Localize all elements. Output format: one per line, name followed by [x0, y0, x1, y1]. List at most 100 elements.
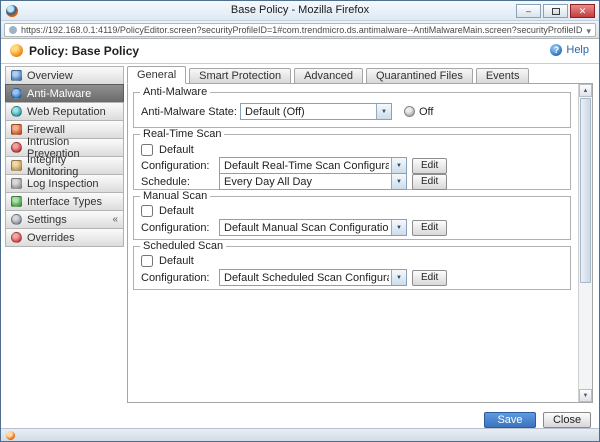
- vertical-scrollbar[interactable]: [578, 84, 592, 402]
- schedule-label: Schedule:: [141, 176, 219, 188]
- scroll-down-icon[interactable]: [579, 389, 592, 402]
- real-time-configuration-select[interactable]: Default Real-Time Scan Configuration: [219, 157, 407, 174]
- overrides-icon: [11, 232, 22, 243]
- real-time-default-checkbox[interactable]: [141, 144, 153, 156]
- scrollbar-thumb[interactable]: [580, 98, 591, 283]
- sidebar-collapse-icon[interactable]: «: [112, 214, 118, 225]
- section-title: Scheduled Scan: [140, 240, 226, 252]
- page-title-prefix: Policy:: [29, 44, 68, 58]
- scheduled-configuration-select[interactable]: Default Scheduled Scan Configuration: [219, 269, 407, 286]
- chevron-down-icon[interactable]: [391, 220, 406, 235]
- selected-value: Default Scheduled Scan Configuration: [224, 272, 389, 284]
- real-time-configuration-row: Configuration: Default Real-Time Scan Co…: [141, 157, 566, 174]
- chevron-down-icon[interactable]: [391, 158, 406, 173]
- tab-content: Anti-Malware Anti-Malware State: Default…: [127, 83, 593, 403]
- default-label: Default: [159, 144, 194, 156]
- manual-configuration-select[interactable]: Default Manual Scan Configuration: [219, 219, 407, 236]
- maximize-button[interactable]: [543, 4, 568, 18]
- section-title: Real-Time Scan: [140, 128, 224, 140]
- url-text[interactable]: https://192.168.0.1:4119/PolicyEditor.sc…: [21, 25, 582, 35]
- real-time-configuration-edit-button[interactable]: Edit: [412, 158, 447, 174]
- footer-actions: Save Close: [127, 410, 593, 430]
- tab-general[interactable]: General: [127, 66, 186, 84]
- minimize-button[interactable]: –: [516, 4, 541, 18]
- manual-scan-section: Manual Scan Default Configuration: Defau…: [133, 196, 571, 240]
- configuration-label: Configuration:: [141, 160, 219, 172]
- overview-icon: [11, 70, 22, 81]
- scheduled-configuration-row: Configuration: Default Scheduled Scan Co…: [141, 269, 566, 286]
- sidebar-item-label: Interface Types: [27, 196, 102, 208]
- scheduled-default-row: Default: [141, 252, 566, 269]
- settings-gear-icon: [11, 214, 22, 225]
- sidebar-item-label: Integrity Monitoring: [27, 154, 118, 178]
- sidebar-item-label: Settings: [27, 214, 67, 226]
- policy-icon: [10, 44, 23, 57]
- scheduled-default-checkbox[interactable]: [141, 255, 153, 267]
- log-inspection-icon: [11, 178, 22, 189]
- firefox-window: Base Policy - Mozilla Firefox – ✕ https:…: [0, 0, 600, 442]
- anti-malware-section: Anti-Malware Anti-Malware State: Default…: [133, 92, 571, 128]
- tab-bar: General Smart Protection Advanced Quaran…: [127, 66, 593, 84]
- scheduled-configuration-edit-button[interactable]: Edit: [412, 270, 447, 286]
- sidebar-item-label: Overview: [27, 70, 73, 82]
- sidebar-item-web-reputation[interactable]: Web Reputation: [5, 102, 124, 121]
- tab-smart-protection[interactable]: Smart Protection: [189, 68, 291, 84]
- sidebar-item-label: Log Inspection: [27, 178, 99, 190]
- anti-malware-icon: [11, 88, 22, 99]
- help-label: Help: [566, 44, 589, 56]
- tab-quarantined-files[interactable]: Quarantined Files: [366, 68, 473, 84]
- sidebar-item-settings[interactable]: Settings «: [5, 210, 124, 229]
- manual-configuration-edit-button[interactable]: Edit: [412, 220, 447, 236]
- configuration-label: Configuration:: [141, 272, 219, 284]
- sidebar-item-overview[interactable]: Overview: [5, 66, 124, 85]
- chevron-down-icon[interactable]: [391, 174, 406, 189]
- sidebar-item-label: Web Reputation: [27, 106, 106, 118]
- section-title: Manual Scan: [140, 190, 210, 202]
- real-time-schedule-edit-button[interactable]: Edit: [412, 174, 447, 190]
- sidebar-item-label: Overrides: [27, 232, 75, 244]
- title-bar[interactable]: Base Policy - Mozilla Firefox – ✕: [1, 1, 599, 21]
- chevron-down-icon[interactable]: [586, 23, 591, 37]
- real-time-scan-section: Real-Time Scan Default Configuration: De…: [133, 134, 571, 190]
- scroll-up-icon[interactable]: [579, 84, 592, 97]
- sidebar-item-overrides[interactable]: Overrides: [5, 228, 124, 247]
- status-text: Off: [419, 106, 433, 118]
- default-label: Default: [159, 205, 194, 217]
- manual-configuration-row: Configuration: Default Manual Scan Confi…: [141, 219, 566, 236]
- chevron-down-icon[interactable]: [376, 104, 391, 119]
- sidebar-item-label: Firewall: [27, 124, 65, 136]
- selected-value: Every Day All Day: [224, 176, 312, 188]
- firewall-icon: [11, 124, 22, 135]
- firefox-status-icon: [6, 431, 15, 440]
- real-time-schedule-select[interactable]: Every Day All Day: [219, 173, 407, 190]
- sidebar-item-anti-malware[interactable]: Anti-Malware: [5, 84, 124, 103]
- close-window-button[interactable]: ✕: [570, 4, 595, 18]
- location-toolbar: https://192.168.0.1:4119/PolicyEditor.sc…: [1, 21, 599, 39]
- save-button[interactable]: Save: [484, 412, 536, 428]
- page-title: Policy: Base Policy: [29, 44, 139, 58]
- header-divider: [1, 63, 599, 64]
- sidebar-item-interface-types[interactable]: Interface Types: [5, 192, 124, 211]
- scheduled-scan-section: Scheduled Scan Default Configuration: De…: [133, 246, 571, 290]
- tab-events[interactable]: Events: [476, 68, 530, 84]
- intrusion-prevention-icon: [11, 142, 22, 153]
- help-link[interactable]: ? Help: [550, 44, 589, 56]
- status-off-icon: [404, 106, 415, 117]
- chevron-down-icon[interactable]: [391, 270, 406, 285]
- manual-default-checkbox[interactable]: [141, 205, 153, 217]
- url-field[interactable]: https://192.168.0.1:4119/PolicyEditor.sc…: [4, 23, 596, 37]
- sidebar-item-integrity-monitoring[interactable]: Integrity Monitoring: [5, 156, 124, 175]
- site-identity-icon[interactable]: [9, 26, 17, 34]
- window-title: Base Policy - Mozilla Firefox: [1, 4, 599, 16]
- web-reputation-icon: [11, 106, 22, 117]
- anti-malware-state-select[interactable]: Default (Off): [240, 103, 392, 120]
- configuration-label: Configuration:: [141, 222, 219, 234]
- close-button[interactable]: Close: [543, 412, 591, 428]
- tab-advanced[interactable]: Advanced: [294, 68, 363, 84]
- anti-malware-state-row: Anti-Malware State: Default (Off) Off: [141, 103, 566, 120]
- page-title-name: Base Policy: [72, 44, 139, 58]
- section-title: Anti-Malware: [140, 86, 210, 98]
- page-viewport: Policy: Base Policy ? Help Overview Anti…: [1, 39, 599, 428]
- sidebar: Overview Anti-Malware Web Reputation Fir…: [5, 66, 124, 247]
- status-bar: [1, 428, 599, 441]
